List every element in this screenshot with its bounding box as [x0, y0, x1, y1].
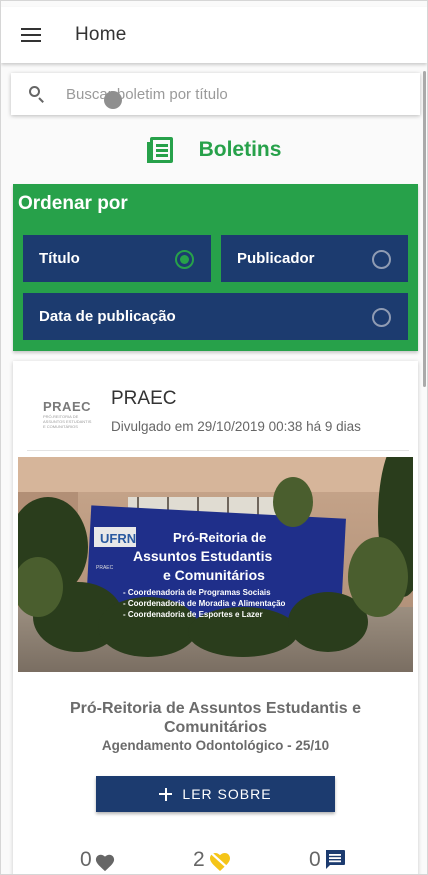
read-more-label: LER SOBRE	[182, 786, 272, 802]
broken-heart-icon[interactable]	[207, 850, 233, 872]
dislike-stat[interactable]: 2	[193, 848, 233, 872]
comment-stat[interactable]: 0	[309, 848, 347, 872]
dislike-count: 2	[193, 848, 205, 871]
app-bar: Home	[1, 7, 427, 63]
read-more-button[interactable]: LER SOBRE	[96, 776, 335, 812]
radio-selected-icon[interactable]	[175, 250, 194, 269]
search-icon[interactable]	[28, 85, 46, 103]
banner-brand: UFRN	[100, 531, 136, 546]
radio-unselected-icon[interactable]	[372, 250, 391, 269]
app-screen: Home Boletins Ordenar por Título Publica…	[0, 0, 428, 875]
newspaper-icon	[146, 137, 173, 163]
menu-icon[interactable]	[21, 28, 41, 42]
heart-icon[interactable]	[94, 852, 116, 872]
scrollbar[interactable]	[423, 71, 427, 391]
comment-count: 0	[309, 848, 321, 871]
banner-heading-2: Assuntos Estudantis	[133, 548, 272, 564]
section-title: Boletins	[198, 138, 282, 161]
banner-heading-1: Pró-Reitoria de	[173, 530, 266, 545]
touch-indicator	[104, 91, 122, 109]
search-bar	[11, 73, 420, 115]
divider	[27, 450, 409, 451]
sort-title: Ordenar por	[18, 193, 128, 214]
banner-item-3: - Coordenadoria de Esportes e Lazer	[123, 610, 263, 619]
scrollbar-thumb[interactable]	[423, 71, 426, 387]
published-date: Divulgado em 29/10/2019 00:38 há 9 dias	[111, 419, 361, 434]
like-count: 0	[80, 848, 92, 871]
banner-item-2: - Coordenadoria de Moradia e Alimentação	[123, 599, 286, 608]
sort-option-titulo[interactable]: Título	[23, 235, 211, 282]
sort-option-publicador[interactable]: Publicador	[221, 235, 408, 282]
comment-icon[interactable]	[323, 848, 347, 872]
bulletin-image[interactable]: UFRN PRAEC Pró-Reitoria de Assuntos Estu…	[18, 457, 413, 672]
sort-option-data[interactable]: Data de publicação	[23, 293, 408, 340]
sort-option-label: Publicador	[237, 250, 315, 267]
radio-unselected-icon[interactable]	[372, 308, 391, 327]
section-header: Boletins	[1, 134, 427, 166]
sort-option-label: Data de publicação	[39, 308, 176, 325]
like-stat[interactable]: 0	[80, 848, 116, 872]
plus-icon	[159, 787, 173, 801]
svg-text:PRAEC: PRAEC	[96, 565, 114, 571]
sort-option-label: Título	[39, 250, 80, 267]
banner-heading-3: e Comunitários	[163, 567, 265, 583]
page-title: Home	[75, 24, 127, 45]
publisher-name: PRAEC	[111, 388, 177, 409]
sort-panel: Ordenar por Título Publicador Data de pu…	[13, 184, 418, 351]
bulletin-title: Pró-Reitoria de Assuntos Estudantis e Co…	[69, 700, 361, 736]
publisher-logo: PRAEC PRÓ-REITORIA DE ASSUNTOS ESTUDANTI…	[43, 399, 92, 429]
banner-item-1: - Coordenadoria de Programas Sociais	[123, 588, 271, 597]
bulletin-card: PRAEC PRÓ-REITORIA DE ASSUNTOS ESTUDANTI…	[13, 361, 418, 874]
bulletin-subtitle: Agendamento Odontológico - 25/10	[101, 738, 330, 753]
